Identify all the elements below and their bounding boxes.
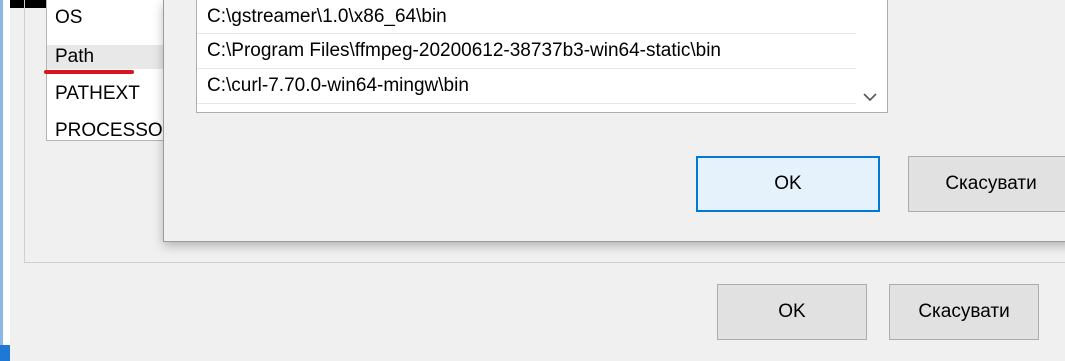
path-entries-list[interactable]: C:\gstreamer\1.0\x86_64\bin C:\Program F… [196, 0, 888, 113]
env-variable-item[interactable]: PROCESSO [55, 119, 163, 143]
env-variable-item[interactable]: PATHEXT [55, 82, 140, 106]
list-divider [197, 33, 856, 34]
left-accent-strip [0, 0, 3, 361]
left-window-edge [0, 0, 10, 361]
path-entry[interactable]: C:\curl-7.70.0-win64-mingw\bin [207, 73, 469, 99]
ok-button[interactable]: OK [717, 284, 867, 340]
env-variable-item[interactable]: OS [55, 6, 82, 30]
path-entry[interactable]: C:\Program Files\ffmpeg-20200612-38737b3… [207, 38, 721, 64]
cancel-button[interactable]: Скасувати [889, 284, 1039, 340]
path-entry[interactable]: C:\gstreamer\1.0\x86_64\bin [207, 4, 447, 30]
list-divider [197, 103, 856, 104]
dialog-ok-button[interactable]: OK [696, 156, 880, 212]
edit-path-dialog: C:\gstreamer\1.0\x86_64\bin C:\Program F… [163, 0, 1065, 242]
env-variable-item-selected[interactable]: Path [47, 45, 179, 69]
list-divider [197, 68, 856, 69]
chevron-down-icon[interactable] [861, 88, 879, 106]
dialog-cancel-button[interactable]: Скасувати [908, 156, 1065, 212]
group-box-border-left [24, 0, 25, 262]
taskbar-fragment [0, 345, 10, 361]
highlight-underline [44, 70, 134, 74]
group-box-border-bottom [24, 262, 1065, 263]
